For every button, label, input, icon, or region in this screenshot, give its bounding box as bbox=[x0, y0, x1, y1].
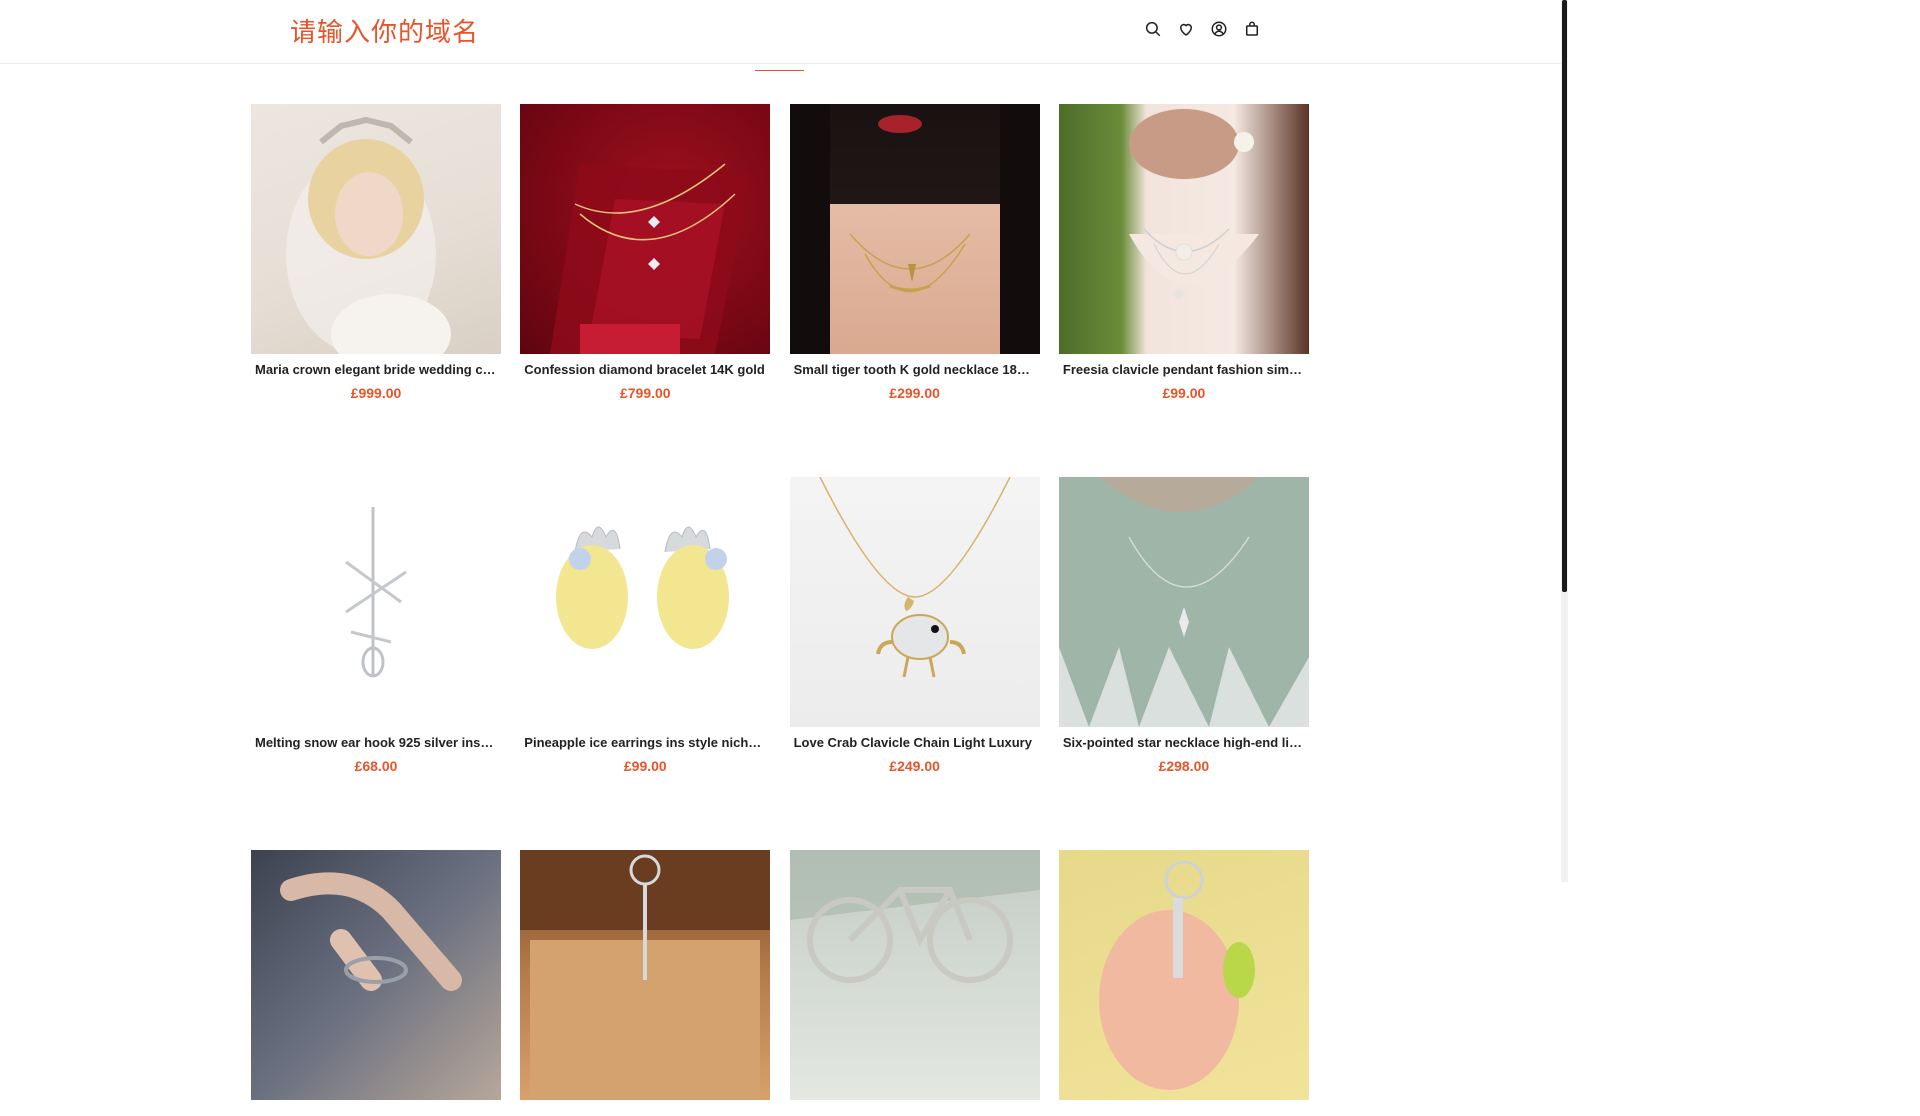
product-name[interactable]: Melting snow ear hook 925 silver ins nic… bbox=[251, 735, 501, 750]
product-price: £68.00 bbox=[354, 758, 398, 774]
site-header: 请输入你的域名 bbox=[0, 0, 1561, 64]
product-image[interactable] bbox=[1058, 477, 1309, 727]
header-icons bbox=[1144, 20, 1261, 38]
product-image[interactable] bbox=[251, 477, 501, 727]
product-image[interactable] bbox=[789, 477, 1040, 727]
product-name[interactable]: Confession diamond bracelet 14K gold bbox=[520, 362, 770, 377]
search-icon[interactable] bbox=[1144, 20, 1162, 38]
user-icon[interactable] bbox=[1210, 20, 1228, 38]
product-card[interactable]: Maria crown elegant bride wedding crown … bbox=[251, 104, 501, 401]
product-name[interactable]: Six-pointed star necklace high-end light… bbox=[1059, 735, 1309, 750]
scrollbar-thumb[interactable] bbox=[1562, 0, 1567, 592]
product-image[interactable] bbox=[520, 104, 771, 354]
product-name[interactable]: Small tiger tooth K gold necklace 18K go… bbox=[790, 362, 1040, 377]
product-grid: Maria crown elegant bride wedding crown … bbox=[251, 104, 1309, 1116]
heart-icon[interactable] bbox=[1177, 20, 1195, 38]
product-card[interactable]: Love Crab Clavicle Chain Light Luxury £2… bbox=[789, 477, 1040, 774]
product-image[interactable] bbox=[789, 850, 1040, 1100]
product-price: £298.00 bbox=[1158, 758, 1210, 774]
product-name[interactable]: Freesia clavicle pendant fashion simple … bbox=[1059, 362, 1309, 377]
product-card[interactable]: Confession diamond bracelet 14K gold £79… bbox=[520, 104, 771, 401]
product-card[interactable] bbox=[1058, 850, 1309, 1116]
product-price: £249.00 bbox=[889, 758, 940, 774]
product-card[interactable] bbox=[520, 850, 771, 1116]
product-name[interactable]: Pineapple ice earrings ins style niche d… bbox=[520, 735, 770, 750]
product-image[interactable] bbox=[1058, 850, 1309, 1100]
product-card[interactable]: Six-pointed star necklace high-end light… bbox=[1058, 477, 1309, 774]
product-card[interactable]: Melting snow ear hook 925 silver ins nic… bbox=[251, 477, 501, 774]
product-price: £299.00 bbox=[889, 385, 940, 401]
product-card[interactable]: Small tiger tooth K gold necklace 18K go… bbox=[789, 104, 1040, 401]
product-image[interactable] bbox=[251, 850, 501, 1100]
section-accent-line bbox=[755, 70, 804, 71]
site-logo[interactable]: 请输入你的域名 bbox=[290, 12, 479, 49]
product-image[interactable] bbox=[251, 104, 501, 354]
product-price: £999.00 bbox=[350, 385, 402, 401]
product-card[interactable] bbox=[251, 850, 501, 1116]
product-price: £99.00 bbox=[623, 758, 667, 774]
product-name[interactable]: Love Crab Clavicle Chain Light Luxury bbox=[790, 735, 1040, 750]
product-card[interactable]: Pineapple ice earrings ins style niche d… bbox=[520, 477, 771, 774]
product-image[interactable] bbox=[1058, 104, 1309, 354]
product-card[interactable] bbox=[789, 850, 1040, 1116]
product-price: £799.00 bbox=[619, 385, 671, 401]
product-card[interactable]: Freesia clavicle pendant fashion simple … bbox=[1058, 104, 1309, 401]
product-price: £99.00 bbox=[1162, 385, 1206, 401]
bag-icon[interactable] bbox=[1243, 20, 1261, 38]
product-image[interactable] bbox=[520, 850, 771, 1100]
product-image[interactable] bbox=[520, 477, 771, 727]
product-name[interactable]: Maria crown elegant bride wedding crown bbox=[251, 362, 501, 377]
product-image[interactable] bbox=[789, 104, 1040, 354]
